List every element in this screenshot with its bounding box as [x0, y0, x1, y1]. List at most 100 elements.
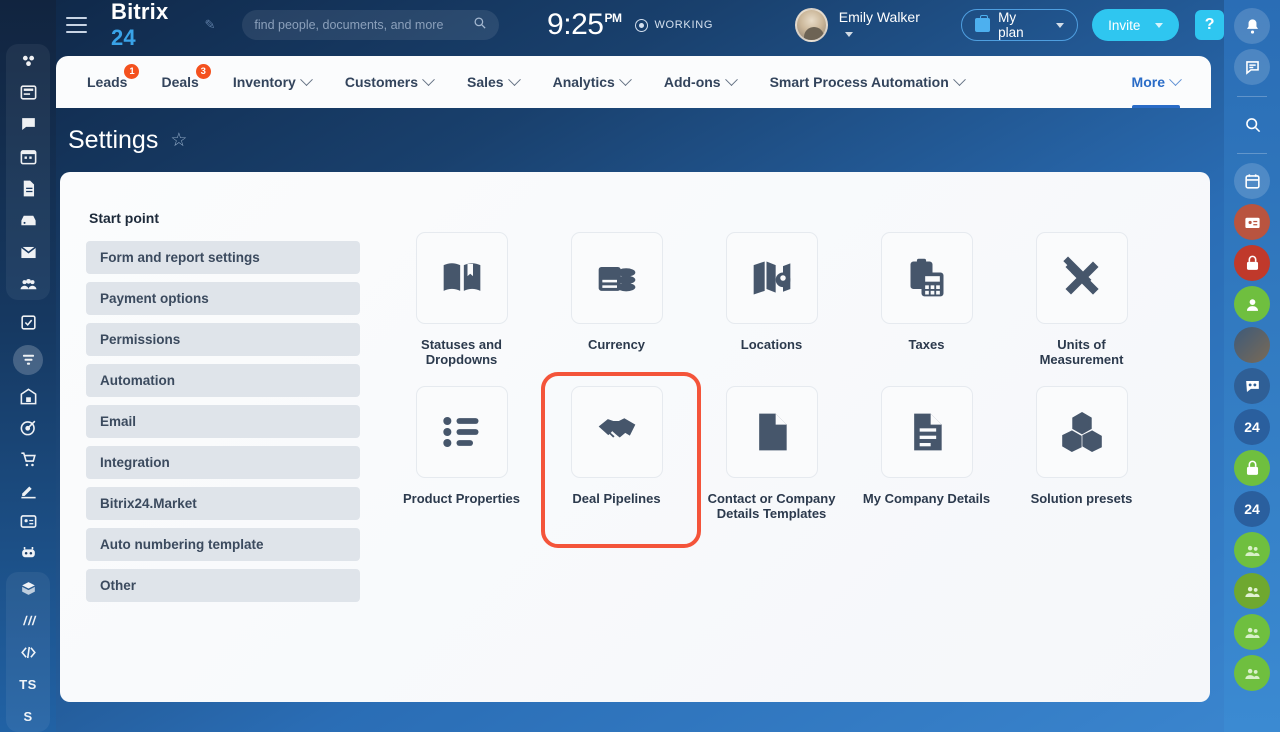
- star-outline-icon[interactable]: ☆: [170, 129, 187, 152]
- tile-deal-pipelines[interactable]: Deal Pipelines: [539, 371, 701, 548]
- users-icon[interactable]: [1234, 532, 1270, 568]
- users-icon[interactable]: [1234, 655, 1270, 691]
- sidebar-item-other[interactable]: Other: [86, 569, 360, 602]
- app-logo[interactable]: Bitrix 24: [111, 0, 196, 51]
- tile-contact-or-company-details-templates[interactable]: Contact or Company Details Templates: [694, 385, 849, 522]
- tile-label: Currency: [587, 337, 646, 352]
- logo-text: Bitrix: [110, 0, 169, 24]
- group-chat-icon[interactable]: [1234, 368, 1270, 404]
- nav-label: More: [1131, 74, 1165, 90]
- handshake-icon: [570, 385, 663, 478]
- search-icon[interactable]: [1234, 106, 1270, 142]
- company-icon[interactable]: [6, 381, 50, 412]
- nav-item-more[interactable]: More: [1115, 56, 1197, 108]
- cart-icon[interactable]: [6, 444, 50, 475]
- search-input[interactable]: [254, 18, 473, 32]
- s-text-icon[interactable]: S: [6, 700, 50, 732]
- tile-my-company-details[interactable]: My Company Details: [849, 385, 1004, 522]
- tile-statuses-and-dropdowns[interactable]: Statuses and Dropdowns: [384, 232, 539, 368]
- lock-icon[interactable]: [1234, 245, 1270, 281]
- photo-avatar-icon[interactable]: [1234, 327, 1270, 363]
- user-menu[interactable]: Emily Walker: [839, 9, 933, 41]
- chat-bubble-icon[interactable]: [1234, 49, 1270, 85]
- help-button[interactable]: ?: [1195, 10, 1224, 40]
- crm-funnel-icon[interactable]: [6, 344, 50, 375]
- analytics-icon[interactable]: [6, 604, 50, 636]
- sidebar-item-automation[interactable]: Automation: [86, 364, 360, 397]
- nav-item-customers[interactable]: Customers: [328, 56, 450, 108]
- right-icon-rail: 24 24: [1224, 0, 1280, 732]
- ts-text-icon[interactable]: TS: [6, 668, 50, 700]
- tile-locations[interactable]: Locations: [694, 232, 849, 368]
- nav-item-smart-process-automation[interactable]: Smart Process Automation: [753, 56, 981, 108]
- nav-item-inventory[interactable]: Inventory: [216, 56, 328, 108]
- avatar[interactable]: [795, 8, 828, 42]
- group-icon[interactable]: [6, 268, 50, 300]
- drive-icon[interactable]: [6, 204, 50, 236]
- chevron-down-icon: [1169, 72, 1182, 86]
- search-bar[interactable]: [242, 10, 500, 40]
- sign-icon[interactable]: [6, 475, 50, 506]
- calendar-icon[interactable]: [1234, 163, 1270, 199]
- sidebar-item-email[interactable]: Email: [86, 405, 360, 438]
- nav-item-leads[interactable]: Leads 1: [70, 56, 144, 108]
- chat-icon[interactable]: [6, 108, 50, 140]
- bell-icon[interactable]: [1234, 8, 1270, 44]
- sidebar-item-form-and-report-settings[interactable]: Form and report settings: [86, 241, 360, 274]
- sidebar-item-permissions[interactable]: Permissions: [86, 323, 360, 356]
- sidebar-item-auto-numbering-template[interactable]: Auto numbering template: [86, 528, 360, 561]
- calendar-icon[interactable]: [6, 140, 50, 172]
- tile-currency[interactable]: Currency: [539, 232, 694, 368]
- nav-label: Analytics: [552, 74, 615, 90]
- code-icon[interactable]: [6, 636, 50, 668]
- contact-card-icon[interactable]: [1234, 204, 1270, 240]
- lock-icon[interactable]: [1234, 450, 1270, 486]
- bitrix-logo-icon[interactable]: [6, 44, 50, 76]
- robot-icon[interactable]: [6, 537, 50, 568]
- contact-card-icon[interactable]: [6, 506, 50, 537]
- settings-card: Start point Form and report settings Pay…: [60, 172, 1210, 702]
- tile-label: Product Properties: [402, 490, 521, 506]
- my-plan-button[interactable]: My plan: [961, 9, 1079, 41]
- nav-item-sales[interactable]: Sales: [450, 56, 536, 108]
- bitrix24-badge-icon[interactable]: 24: [1234, 491, 1270, 527]
- users-icon[interactable]: [1234, 573, 1270, 609]
- record-dot-icon: [635, 18, 649, 32]
- user-icon[interactable]: [1234, 286, 1270, 322]
- box-icon[interactable]: [6, 572, 50, 604]
- status-label: WORKING: [654, 19, 714, 31]
- tile-solution-presets[interactable]: Solution presets: [1004, 385, 1159, 522]
- sidebar-item-integration[interactable]: Integration: [86, 446, 360, 479]
- users-icon[interactable]: [1234, 614, 1270, 650]
- hamburger-icon[interactable]: [66, 17, 87, 33]
- sidebar-item-label: Email: [100, 414, 137, 429]
- target-icon[interactable]: [6, 412, 50, 443]
- sidebar-item-payment-options[interactable]: Payment options: [86, 282, 360, 315]
- status-badge[interactable]: WORKING: [635, 18, 714, 32]
- tile-taxes[interactable]: Taxes: [849, 232, 1004, 368]
- nav-label: Smart Process Automation: [769, 74, 949, 90]
- tile-product-properties[interactable]: Product Properties: [384, 385, 539, 522]
- nav-item-analytics[interactable]: Analytics: [536, 56, 647, 108]
- invite-button[interactable]: Invite: [1092, 9, 1180, 41]
- tile-units-of-measurement[interactable]: Units of Measurement: [1004, 232, 1159, 368]
- clock: 9:25 PM: [547, 8, 622, 42]
- page-title-label: Settings: [68, 126, 159, 154]
- tasks-icon[interactable]: [6, 307, 50, 338]
- mail-icon[interactable]: [6, 236, 50, 268]
- news-feed-icon[interactable]: [6, 76, 50, 108]
- nav-label: Sales: [466, 74, 504, 90]
- bitrix24-badge-icon[interactable]: 24: [1234, 409, 1270, 445]
- sidebar-item-label: Automation: [100, 373, 175, 388]
- sidebar-item-bitrix24-market[interactable]: Bitrix24.Market: [86, 487, 360, 520]
- nav-item-deals[interactable]: Deals 3: [144, 56, 215, 108]
- document-icon[interactable]: [6, 172, 50, 204]
- invite-label: Invite: [1108, 17, 1141, 33]
- clipboard-calculator-icon: [880, 232, 973, 324]
- pencil-icon[interactable]: ✎: [204, 17, 215, 33]
- nav-active-indicator: [1131, 105, 1180, 108]
- chevron-down-icon: [422, 72, 435, 86]
- chevron-down-icon: [952, 72, 966, 86]
- nav-item-add-ons[interactable]: Add-ons: [647, 56, 753, 108]
- search-icon[interactable]: [472, 15, 487, 35]
